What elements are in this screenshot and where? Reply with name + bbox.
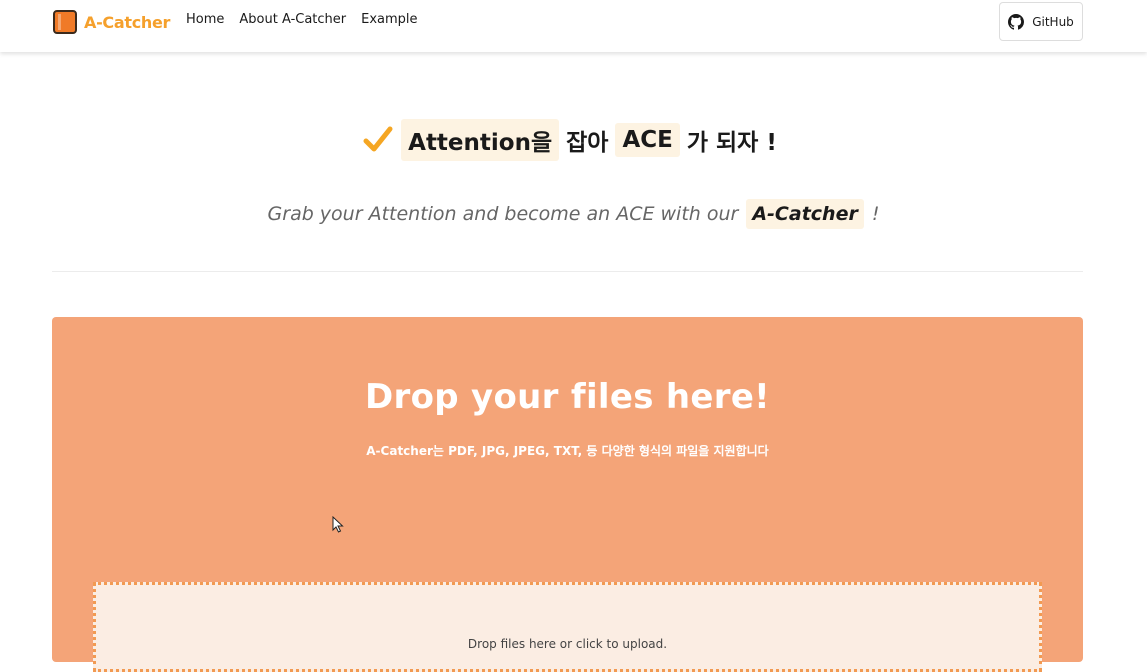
book-icon bbox=[53, 10, 77, 34]
nav-link-home[interactable]: Home bbox=[186, 12, 224, 27]
hero-title: Attention을 잡아 ACE 가 되자 ! bbox=[0, 119, 1147, 161]
github-button[interactable]: GitHub bbox=[999, 2, 1083, 41]
nav-link-about[interactable]: About A-Catcher bbox=[239, 12, 346, 27]
file-dropzone[interactable]: Drop files here or click to upload. bbox=[93, 582, 1042, 672]
title-highlight-attention: Attention을 bbox=[401, 119, 560, 161]
subtitle-suffix: ! bbox=[871, 203, 880, 225]
title-highlight-ace: ACE bbox=[615, 123, 680, 157]
title-text-become: 가 되자 ! bbox=[686, 130, 777, 156]
github-label: GitHub bbox=[1032, 14, 1074, 29]
upload-title: Drop your files here! bbox=[365, 377, 770, 417]
hero-subtitle: Grab your Attention and become an ACE wi… bbox=[0, 196, 1147, 232]
brand-link[interactable]: A-Catcher bbox=[53, 9, 170, 35]
nav-links: Home About A-Catcher Example bbox=[186, 12, 433, 27]
navbar: A-Catcher Home About A-Catcher Example G… bbox=[0, 0, 1147, 52]
brand-name: A-Catcher bbox=[84, 12, 171, 32]
upload-description: A-Catcher는 PDF, JPG, JPEG, TXT, 등 다양한 형식… bbox=[366, 444, 769, 458]
title-text-catch: 잡아 bbox=[566, 130, 609, 156]
nav-link-example[interactable]: Example bbox=[361, 12, 417, 27]
section-divider bbox=[52, 271, 1083, 272]
dropzone-text: Drop files here or click to upload. bbox=[467, 637, 668, 651]
github-icon bbox=[1008, 13, 1025, 30]
mouse-cursor-icon bbox=[332, 516, 344, 533]
subtitle-highlight: A-Catcher bbox=[746, 199, 864, 229]
check-icon bbox=[363, 126, 393, 152]
subtitle-prefix: Grab your Attention and become an ACE wi… bbox=[267, 203, 739, 225]
upload-panel: Drop your files here! A-Catcher는 PDF, JP… bbox=[52, 317, 1083, 672]
